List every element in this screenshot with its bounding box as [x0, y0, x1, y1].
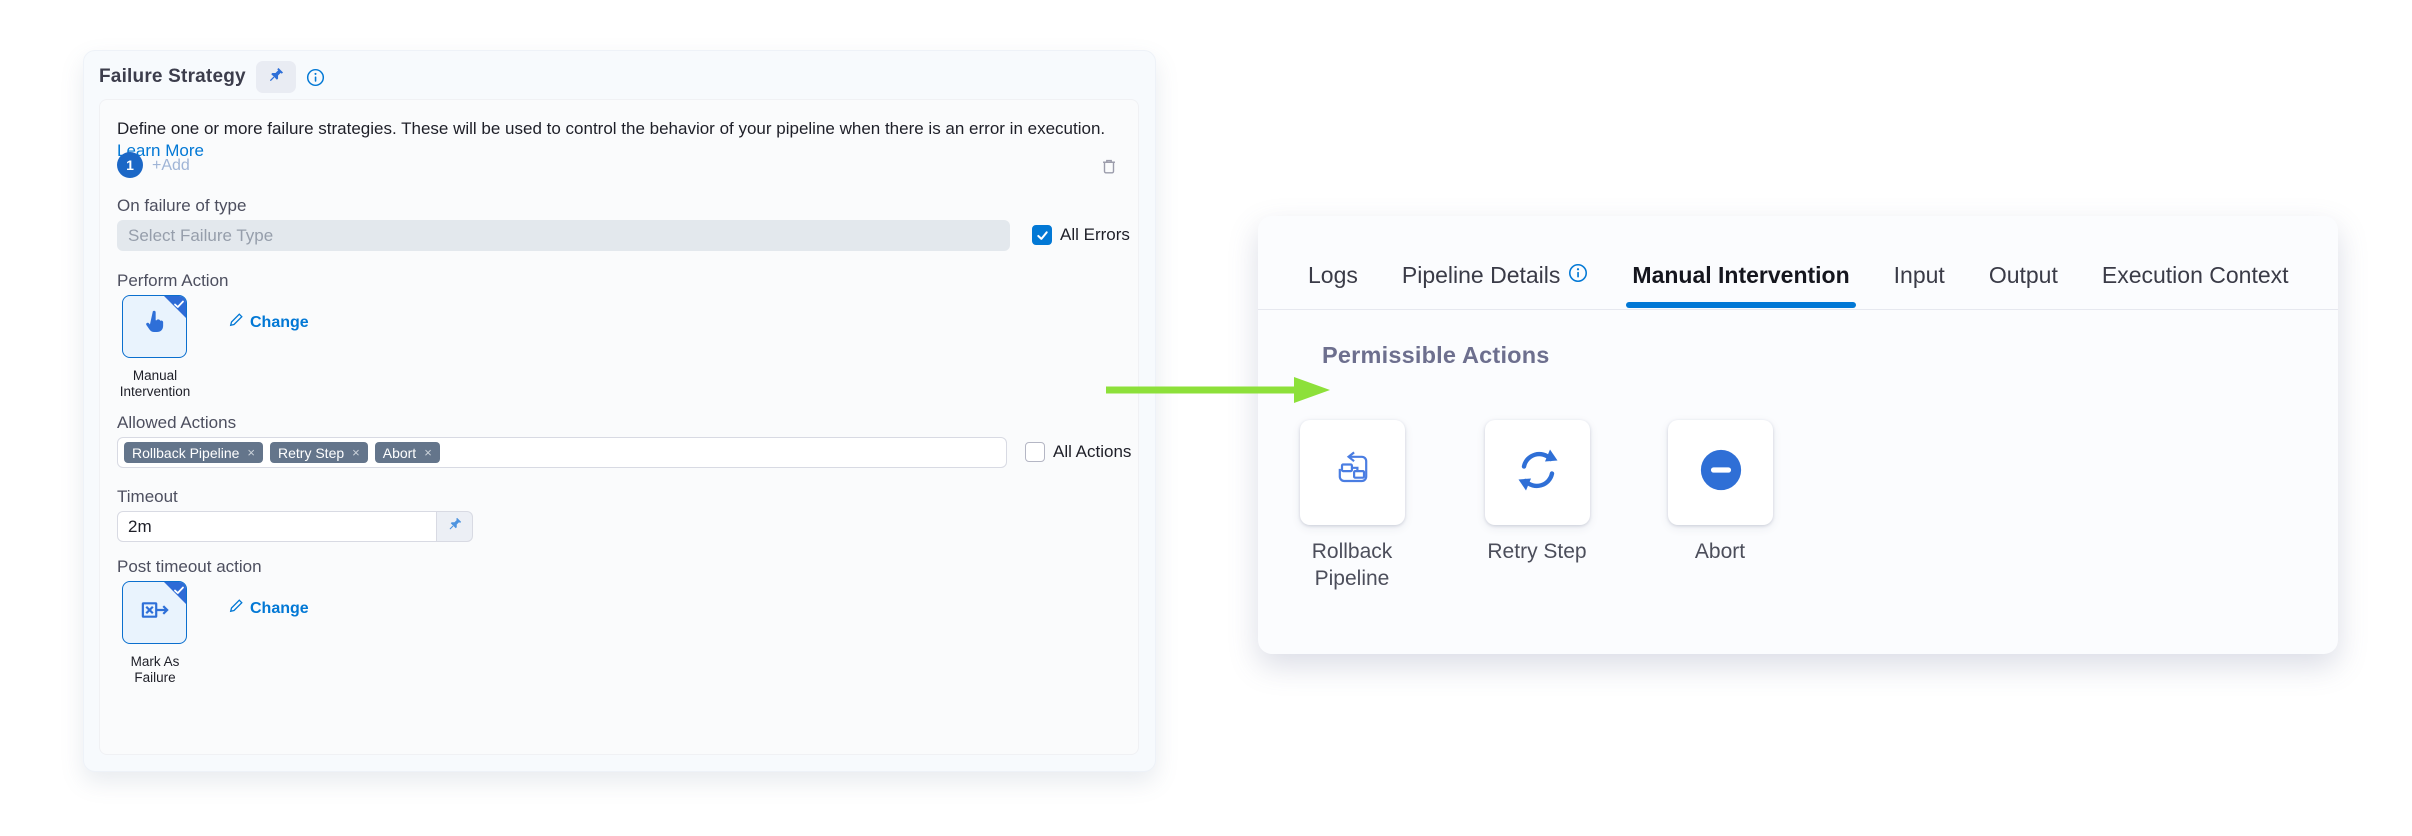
checkbox-icon: [1025, 442, 1045, 462]
info-icon[interactable]: [306, 68, 325, 87]
tab-output[interactable]: Output: [1989, 244, 2058, 308]
abort-icon: [1698, 447, 1744, 498]
all-errors-label: All Errors: [1060, 225, 1130, 245]
remove-tag-icon[interactable]: ×: [352, 445, 360, 460]
tab-manual-intervention[interactable]: Manual Intervention: [1632, 244, 1849, 308]
execution-details-panel: Logs Pipeline Details Manual Interventio…: [1258, 216, 2338, 654]
pencil-icon: [228, 312, 244, 333]
change-label: Change: [250, 600, 309, 618]
abort-button[interactable]: [1668, 420, 1773, 525]
tag-retry-step: Retry Step ×: [270, 442, 368, 463]
strategy-description: Define one or more failure strategies. T…: [117, 118, 1125, 162]
post-timeout-label: Post timeout action: [117, 557, 262, 577]
tab-label: Manual Intervention: [1632, 262, 1849, 289]
change-action-link[interactable]: Change: [228, 312, 309, 333]
tag-label: Retry Step: [278, 445, 344, 461]
retry-icon: [1514, 446, 1562, 499]
delete-strategy-button[interactable]: [1098, 156, 1120, 178]
rollback-pipeline-button[interactable]: [1300, 420, 1405, 525]
perform-action-name: Manual Intervention: [109, 368, 201, 400]
permissible-actions-title: Permissible Actions: [1322, 342, 1550, 369]
tab-label: Execution Context: [2102, 262, 2289, 289]
tab-label: Output: [1989, 262, 2058, 289]
pushpin-icon: [447, 517, 462, 537]
trash-icon: [1099, 164, 1119, 179]
failure-strategy-header: Failure Strategy: [99, 61, 325, 93]
check-icon: [173, 297, 185, 315]
timeout-input[interactable]: [117, 511, 437, 542]
tab-label: Pipeline Details: [1402, 262, 1561, 289]
tab-logs[interactable]: Logs: [1308, 244, 1358, 308]
retry-step-button[interactable]: [1485, 420, 1590, 525]
pencil-icon: [228, 598, 244, 619]
rollback-icon: [1331, 448, 1375, 497]
checkbox-icon: [1032, 225, 1052, 245]
strategy-index-badge[interactable]: 1: [117, 152, 143, 178]
check-icon: [173, 583, 185, 601]
tab-label: Logs: [1308, 262, 1358, 289]
failure-strategy-panel: Failure Strategy Define one or more fail…: [83, 50, 1156, 772]
on-failure-label: On failure of type: [117, 196, 246, 216]
manual-intervention-card[interactable]: [122, 295, 187, 358]
tag-rollback-pipeline: Rollback Pipeline ×: [124, 442, 263, 463]
change-post-timeout-link[interactable]: Change: [228, 598, 309, 619]
failure-strategy-card: Define one or more failure strategies. T…: [99, 99, 1139, 755]
all-actions-checkbox[interactable]: All Actions: [1025, 442, 1131, 462]
pushpin-icon: [267, 67, 284, 87]
mark-as-failure-card[interactable]: [122, 581, 187, 644]
info-icon: [1568, 262, 1588, 289]
all-actions-label: All Actions: [1053, 442, 1131, 462]
tag-label: Rollback Pipeline: [132, 445, 239, 461]
abort-label: Abort: [1660, 538, 1780, 565]
tag-abort: Abort ×: [375, 442, 440, 463]
add-strategy-button[interactable]: +Add: [152, 157, 190, 175]
tab-input[interactable]: Input: [1894, 244, 1945, 308]
post-timeout-action-name: Mark As Failure: [120, 654, 190, 686]
retry-step-label: Retry Step: [1477, 538, 1597, 565]
failure-type-select[interactable]: [117, 220, 1010, 251]
description-text: Define one or more failure strategies. T…: [117, 119, 1105, 138]
allowed-actions-label: Allowed Actions: [117, 413, 236, 433]
tab-pipeline-details[interactable]: Pipeline Details: [1402, 244, 1589, 308]
pointer-arrow: [1104, 374, 1330, 411]
details-tabbar: Logs Pipeline Details Manual Interventio…: [1258, 216, 2338, 310]
all-errors-checkbox[interactable]: All Errors: [1032, 225, 1130, 245]
pin-button[interactable]: [256, 61, 296, 93]
perform-action-label: Perform Action: [117, 271, 229, 291]
tag-label: Abort: [383, 445, 416, 461]
tab-label: Input: [1894, 262, 1945, 289]
screen: Failure Strategy Define one or more fail…: [0, 0, 2412, 836]
timeout-field: [117, 511, 473, 542]
allowed-actions-input[interactable]: Rollback Pipeline × Retry Step × Abort ×: [117, 437, 1007, 468]
timeout-pin-button[interactable]: [437, 511, 473, 542]
timeout-label: Timeout: [117, 487, 178, 507]
tab-execution-context[interactable]: Execution Context: [2102, 244, 2289, 308]
remove-tag-icon[interactable]: ×: [424, 445, 432, 460]
remove-tag-icon[interactable]: ×: [247, 445, 255, 460]
panel-title: Failure Strategy: [99, 66, 246, 88]
rollback-pipeline-label: Rollback Pipeline: [1292, 538, 1412, 592]
change-label: Change: [250, 314, 309, 332]
